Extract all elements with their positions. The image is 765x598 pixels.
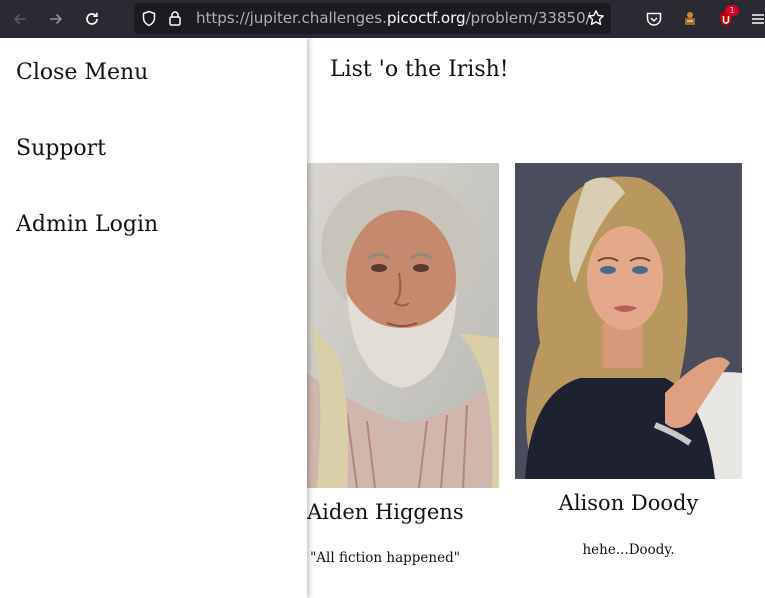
extension-icon[interactable] bbox=[678, 7, 702, 31]
person-photo bbox=[307, 163, 499, 488]
reload-icon[interactable] bbox=[78, 5, 106, 33]
hamburger-menu-icon[interactable] bbox=[746, 7, 765, 31]
forward-arrow-icon[interactable] bbox=[42, 5, 70, 33]
person-quote: "All fiction happened" bbox=[310, 550, 460, 566]
back-arrow-icon[interactable] bbox=[6, 5, 34, 33]
pocket-icon[interactable] bbox=[642, 7, 666, 31]
bookmark-star-icon[interactable] bbox=[587, 9, 605, 31]
extension-badge: 1 bbox=[725, 5, 739, 16]
url-text[interactable]: https://jupiter.challenges.picoctf.org/p… bbox=[196, 9, 591, 27]
shield-icon[interactable] bbox=[141, 10, 157, 31]
support-link[interactable]: Support bbox=[16, 136, 106, 161]
person-name: Alison Doody bbox=[558, 491, 699, 515]
close-menu-link[interactable]: Close Menu bbox=[16, 60, 148, 85]
admin-login-link[interactable]: Admin Login bbox=[16, 212, 158, 237]
person-name: Aiden Higgens bbox=[307, 500, 464, 524]
url-prefix: https://jupiter.challenges. bbox=[196, 9, 387, 27]
browser-toolbar: https://jupiter.challenges.picoctf.org/p… bbox=[0, 0, 765, 38]
url-path: /problem/33850/ bbox=[465, 9, 591, 27]
url-bar[interactable]: https://jupiter.challenges.picoctf.org/p… bbox=[134, 3, 611, 34]
lock-icon[interactable] bbox=[168, 10, 182, 31]
page-title: List 'o the Irish! bbox=[330, 57, 509, 82]
person-quote: hehe...Doody. bbox=[582, 542, 675, 558]
person-photo bbox=[515, 163, 742, 479]
url-host: picoctf.org bbox=[386, 9, 466, 27]
side-menu: Close Menu Support Admin Login bbox=[0, 38, 307, 598]
